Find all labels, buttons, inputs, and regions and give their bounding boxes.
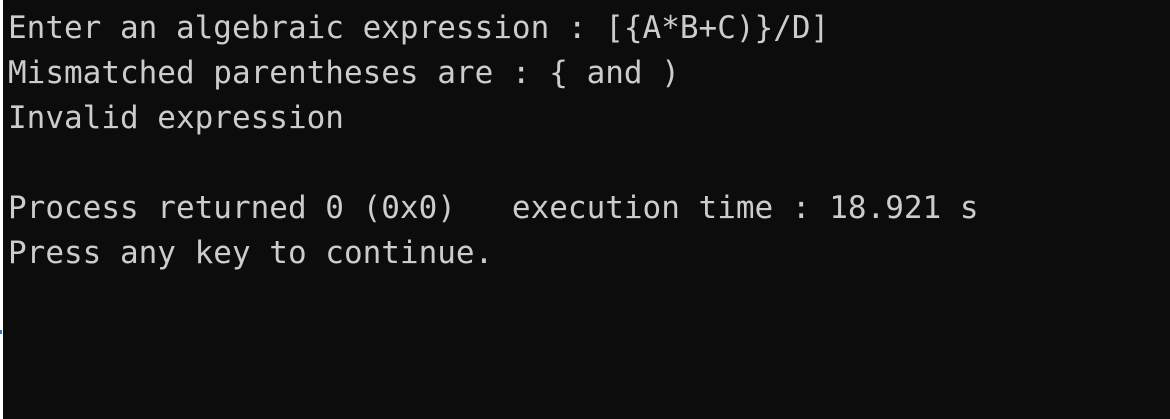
process-returned-line: Process returned 0 (0x0) execution time …: [8, 190, 979, 226]
invalid-expression-line: Invalid expression: [8, 100, 344, 136]
edge-marker: [0, 330, 2, 334]
mismatch-message-line: Mismatched parentheses are : { and ): [8, 55, 680, 91]
console-output-area[interactable]: Enter an algebraic expression : [{A*B+C)…: [3, 0, 1170, 419]
press-any-key-line: Press any key to continue.: [8, 235, 494, 271]
prompt-line: Enter an algebraic expression : [{A*B+C)…: [8, 10, 830, 46]
